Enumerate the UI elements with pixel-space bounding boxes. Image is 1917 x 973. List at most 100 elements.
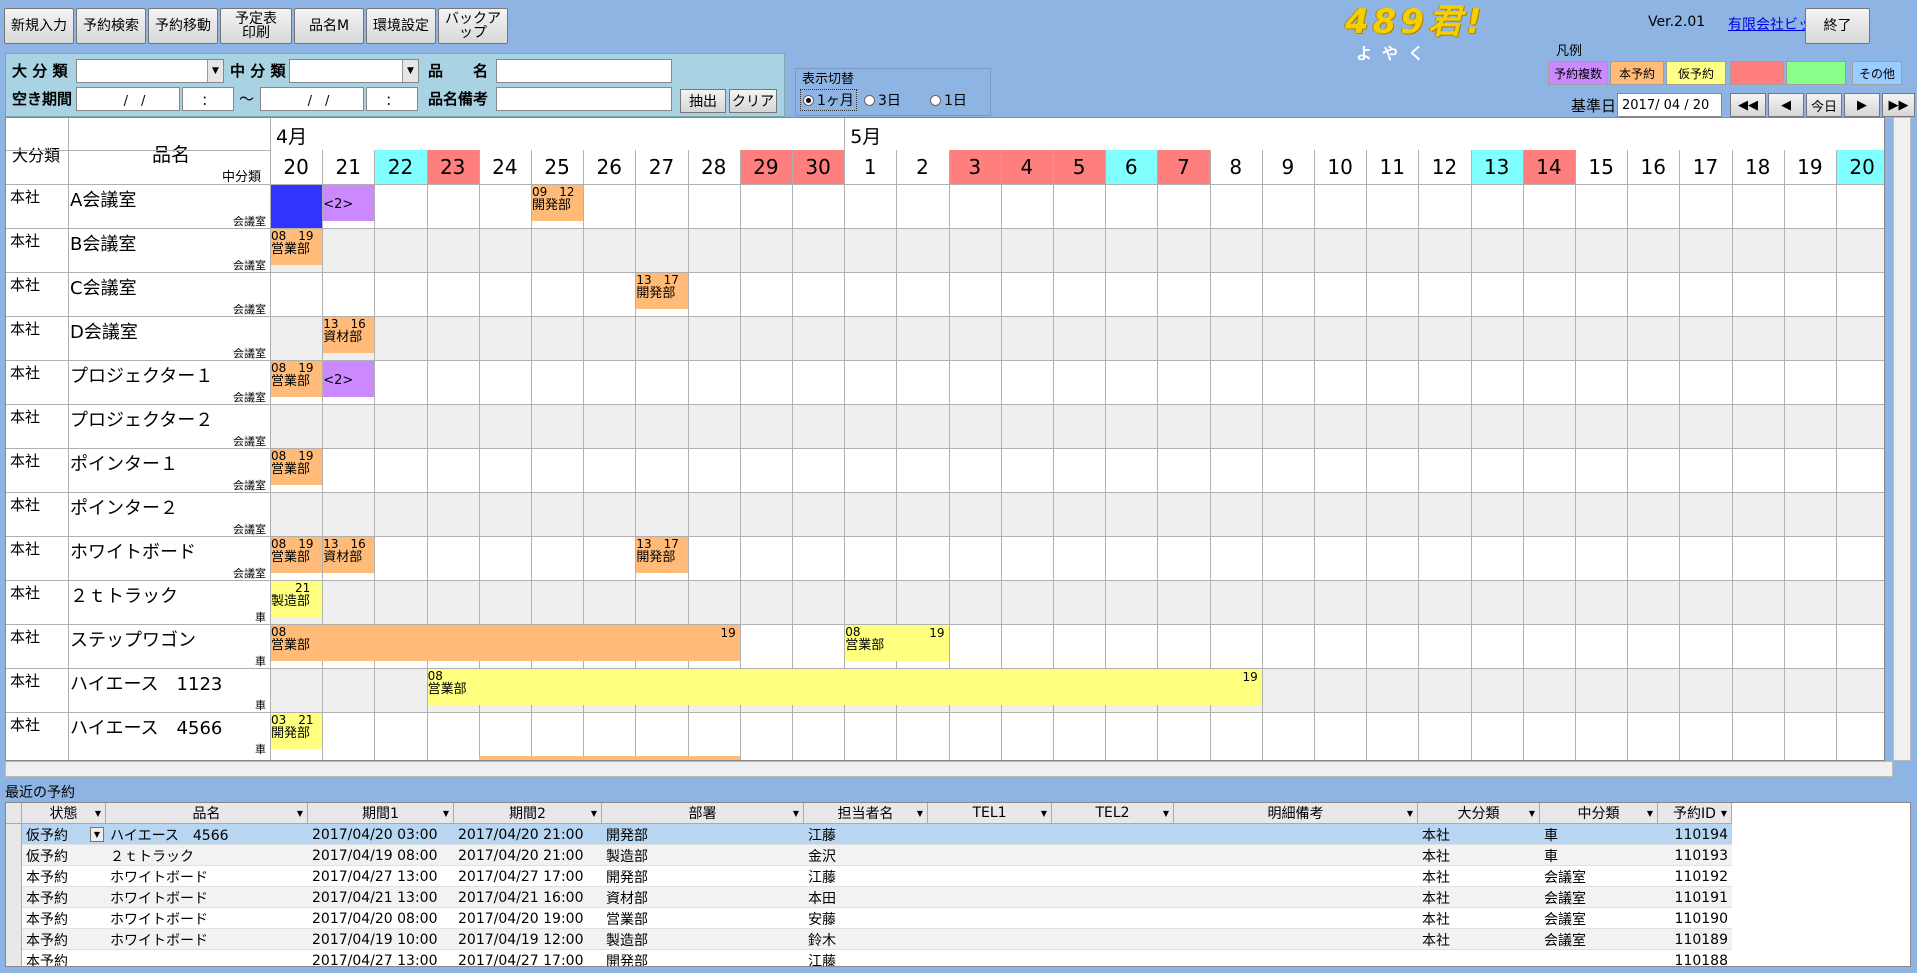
- booking-block[interactable]: <2>: [323, 361, 375, 397]
- chubunrui-combo[interactable]: ▼: [289, 59, 419, 83]
- first-page-button[interactable]: ◀◀: [1730, 93, 1766, 117]
- row-hinmei[interactable]: A会議室: [70, 186, 136, 212]
- grid-horizontal-scrollbar[interactable]: [5, 761, 1893, 777]
- hinmei-input[interactable]: [496, 59, 672, 83]
- column-header[interactable]: 部署 ▼: [602, 803, 804, 824]
- table-cell: 鈴木: [808, 932, 836, 949]
- row-hinmei[interactable]: ポインター２: [70, 494, 178, 520]
- row-hinmei[interactable]: ハイエース 1123: [70, 670, 222, 696]
- row-selector[interactable]: [6, 908, 22, 929]
- row-selector[interactable]: [6, 824, 22, 845]
- chevron-down-icon[interactable]: ▼: [90, 827, 104, 842]
- date-to-input[interactable]: / /: [260, 87, 364, 111]
- grid-row-bg: [270, 404, 1884, 448]
- new-entry-button[interactable]: 新規入力: [4, 8, 74, 44]
- row-hinmei[interactable]: プロジェクター１: [70, 362, 213, 388]
- column-header[interactable]: 大分類 ▼: [1418, 803, 1540, 824]
- booking-block[interactable]: 13 17 開発部: [636, 273, 688, 309]
- booking-block[interactable]: 08 19 営業部: [271, 361, 323, 397]
- column-header[interactable]: TEL2 ▼: [1052, 803, 1174, 824]
- booking-block[interactable]: <2>: [323, 185, 375, 221]
- column-header[interactable]: 品名 ▼: [106, 803, 308, 824]
- view-option-3day[interactable]: 3日: [864, 89, 901, 111]
- row-hinmei[interactable]: ハイエース 4566: [70, 714, 222, 740]
- daibunrui-combo[interactable]: ▼: [76, 59, 224, 83]
- column-header[interactable]: 明細備考 ▼: [1174, 803, 1418, 824]
- view-option-month[interactable]: 1ヶ月: [800, 89, 857, 111]
- column-header[interactable]: 状態 ▼: [22, 803, 106, 824]
- chevron-down-icon[interactable]: ▼: [1529, 809, 1535, 818]
- booking-block[interactable]: 13 16 資材部: [323, 317, 375, 353]
- chevron-down-icon[interactable]: ▼: [917, 809, 923, 818]
- booking-block[interactable]: 08 営業部 19: [845, 625, 949, 661]
- date-from-input[interactable]: / /: [76, 87, 180, 111]
- grid-line: [6, 492, 1884, 493]
- chevron-down-icon[interactable]: ▼: [95, 809, 101, 818]
- booking-block[interactable]: 08 営業部 19: [427, 669, 1262, 705]
- chevron-down-icon[interactable]: ▼: [1647, 809, 1653, 818]
- settings-button[interactable]: 環境設定: [366, 8, 436, 44]
- column-header[interactable]: TEL1 ▼: [928, 803, 1052, 824]
- booking-block[interactable]: 08 19 営業部: [271, 229, 323, 265]
- column-header[interactable]: 担当者名 ▼: [804, 803, 928, 824]
- booking-block[interactable]: 13 17 開発部: [636, 537, 688, 573]
- booking-block[interactable]: 13 16 資材部: [323, 537, 375, 573]
- grid-line: [1470, 150, 1472, 760]
- chevron-down-icon[interactable]: ▼: [402, 60, 418, 82]
- extract-button[interactable]: 抽出: [680, 89, 726, 113]
- base-date-input[interactable]: 2017/ 04 / 20: [1617, 93, 1722, 117]
- time-to-input[interactable]: ：: [366, 87, 418, 111]
- row-selector[interactable]: [6, 929, 22, 950]
- time-from-input[interactable]: ：: [182, 87, 234, 111]
- column-header[interactable]: 予約ID ▼: [1658, 803, 1732, 824]
- hinmei-biko-input[interactable]: [496, 87, 672, 111]
- chevron-down-icon[interactable]: ▼: [1407, 809, 1413, 818]
- clear-button[interactable]: クリア: [729, 89, 777, 113]
- last-page-button[interactable]: ▶▶: [1882, 93, 1915, 117]
- exit-button[interactable]: 終了: [1805, 8, 1870, 44]
- prev-page-button[interactable]: ◀: [1768, 93, 1804, 117]
- today-button[interactable]: 今日: [1806, 93, 1842, 117]
- chevron-down-icon[interactable]: ▼: [591, 809, 597, 818]
- row-selector[interactable]: [6, 887, 22, 908]
- row-hinmei[interactable]: プロジェクター２: [70, 406, 213, 432]
- item-master-button[interactable]: 品名M: [294, 8, 364, 44]
- move-reservation-button[interactable]: 予約移動: [148, 8, 218, 44]
- row-hinmei[interactable]: D会議室: [70, 318, 138, 344]
- row-selector[interactable]: [6, 950, 22, 966]
- chevron-down-icon[interactable]: ▼: [1041, 809, 1047, 818]
- next-page-button[interactable]: ▶: [1844, 93, 1880, 117]
- column-header[interactable]: 中分類 ▼: [1540, 803, 1658, 824]
- row-hinmei[interactable]: ２ｔトラック: [70, 582, 178, 608]
- row-hinmei[interactable]: C会議室: [70, 274, 137, 300]
- row-selector[interactable]: [6, 866, 22, 887]
- table-cell: [1540, 950, 1658, 966]
- booking-block[interactable]: 09 12 開発部: [532, 185, 584, 221]
- backup-button[interactable]: バックアップ: [438, 8, 508, 44]
- chevron-down-icon[interactable]: ▼: [1163, 809, 1169, 818]
- row-hinmei[interactable]: B会議室: [70, 230, 136, 256]
- view-option-1day[interactable]: 1日: [930, 89, 967, 111]
- chevron-down-icon[interactable]: ▼: [207, 60, 223, 82]
- row-hinmei[interactable]: ポインター１: [70, 450, 178, 476]
- booking-block[interactable]: 21 製造部: [271, 581, 323, 617]
- column-header[interactable]: 期間2 ▼: [454, 803, 602, 824]
- row-hinmei[interactable]: ステップワゴン: [70, 626, 196, 652]
- chevron-down-icon[interactable]: ▼: [443, 809, 449, 818]
- booking-block[interactable]: 03 21 開発部: [271, 713, 323, 749]
- grid-vertical-scrollbar[interactable]: [1893, 117, 1911, 761]
- row-hinmei[interactable]: ホワイトボード: [70, 538, 196, 564]
- print-schedule-button[interactable]: 予定表 印刷: [220, 8, 292, 44]
- booking-block[interactable]: 08 19 営業部: [271, 537, 323, 573]
- chevron-down-icon[interactable]: ▼: [793, 809, 799, 818]
- column-header[interactable]: 期間1 ▼: [308, 803, 454, 824]
- chevron-down-icon[interactable]: ▼: [297, 809, 303, 818]
- schedule-grid[interactable]: 大分類 品名 中分類 4月 5月 20 21 22 23 24 25 26 27 28 29 30 1 2 3…: [5, 117, 1885, 761]
- booking-block[interactable]: 08 営業部 19: [271, 625, 740, 661]
- row-selector[interactable]: [6, 845, 22, 866]
- booking-block[interactable]: [271, 185, 323, 228]
- table-cell: ホワイトボード: [110, 890, 208, 907]
- chevron-down-icon[interactable]: ▼: [1721, 809, 1727, 818]
- search-reservation-button[interactable]: 予約検索: [76, 8, 146, 44]
- booking-block[interactable]: 08 19 営業部: [271, 449, 323, 485]
